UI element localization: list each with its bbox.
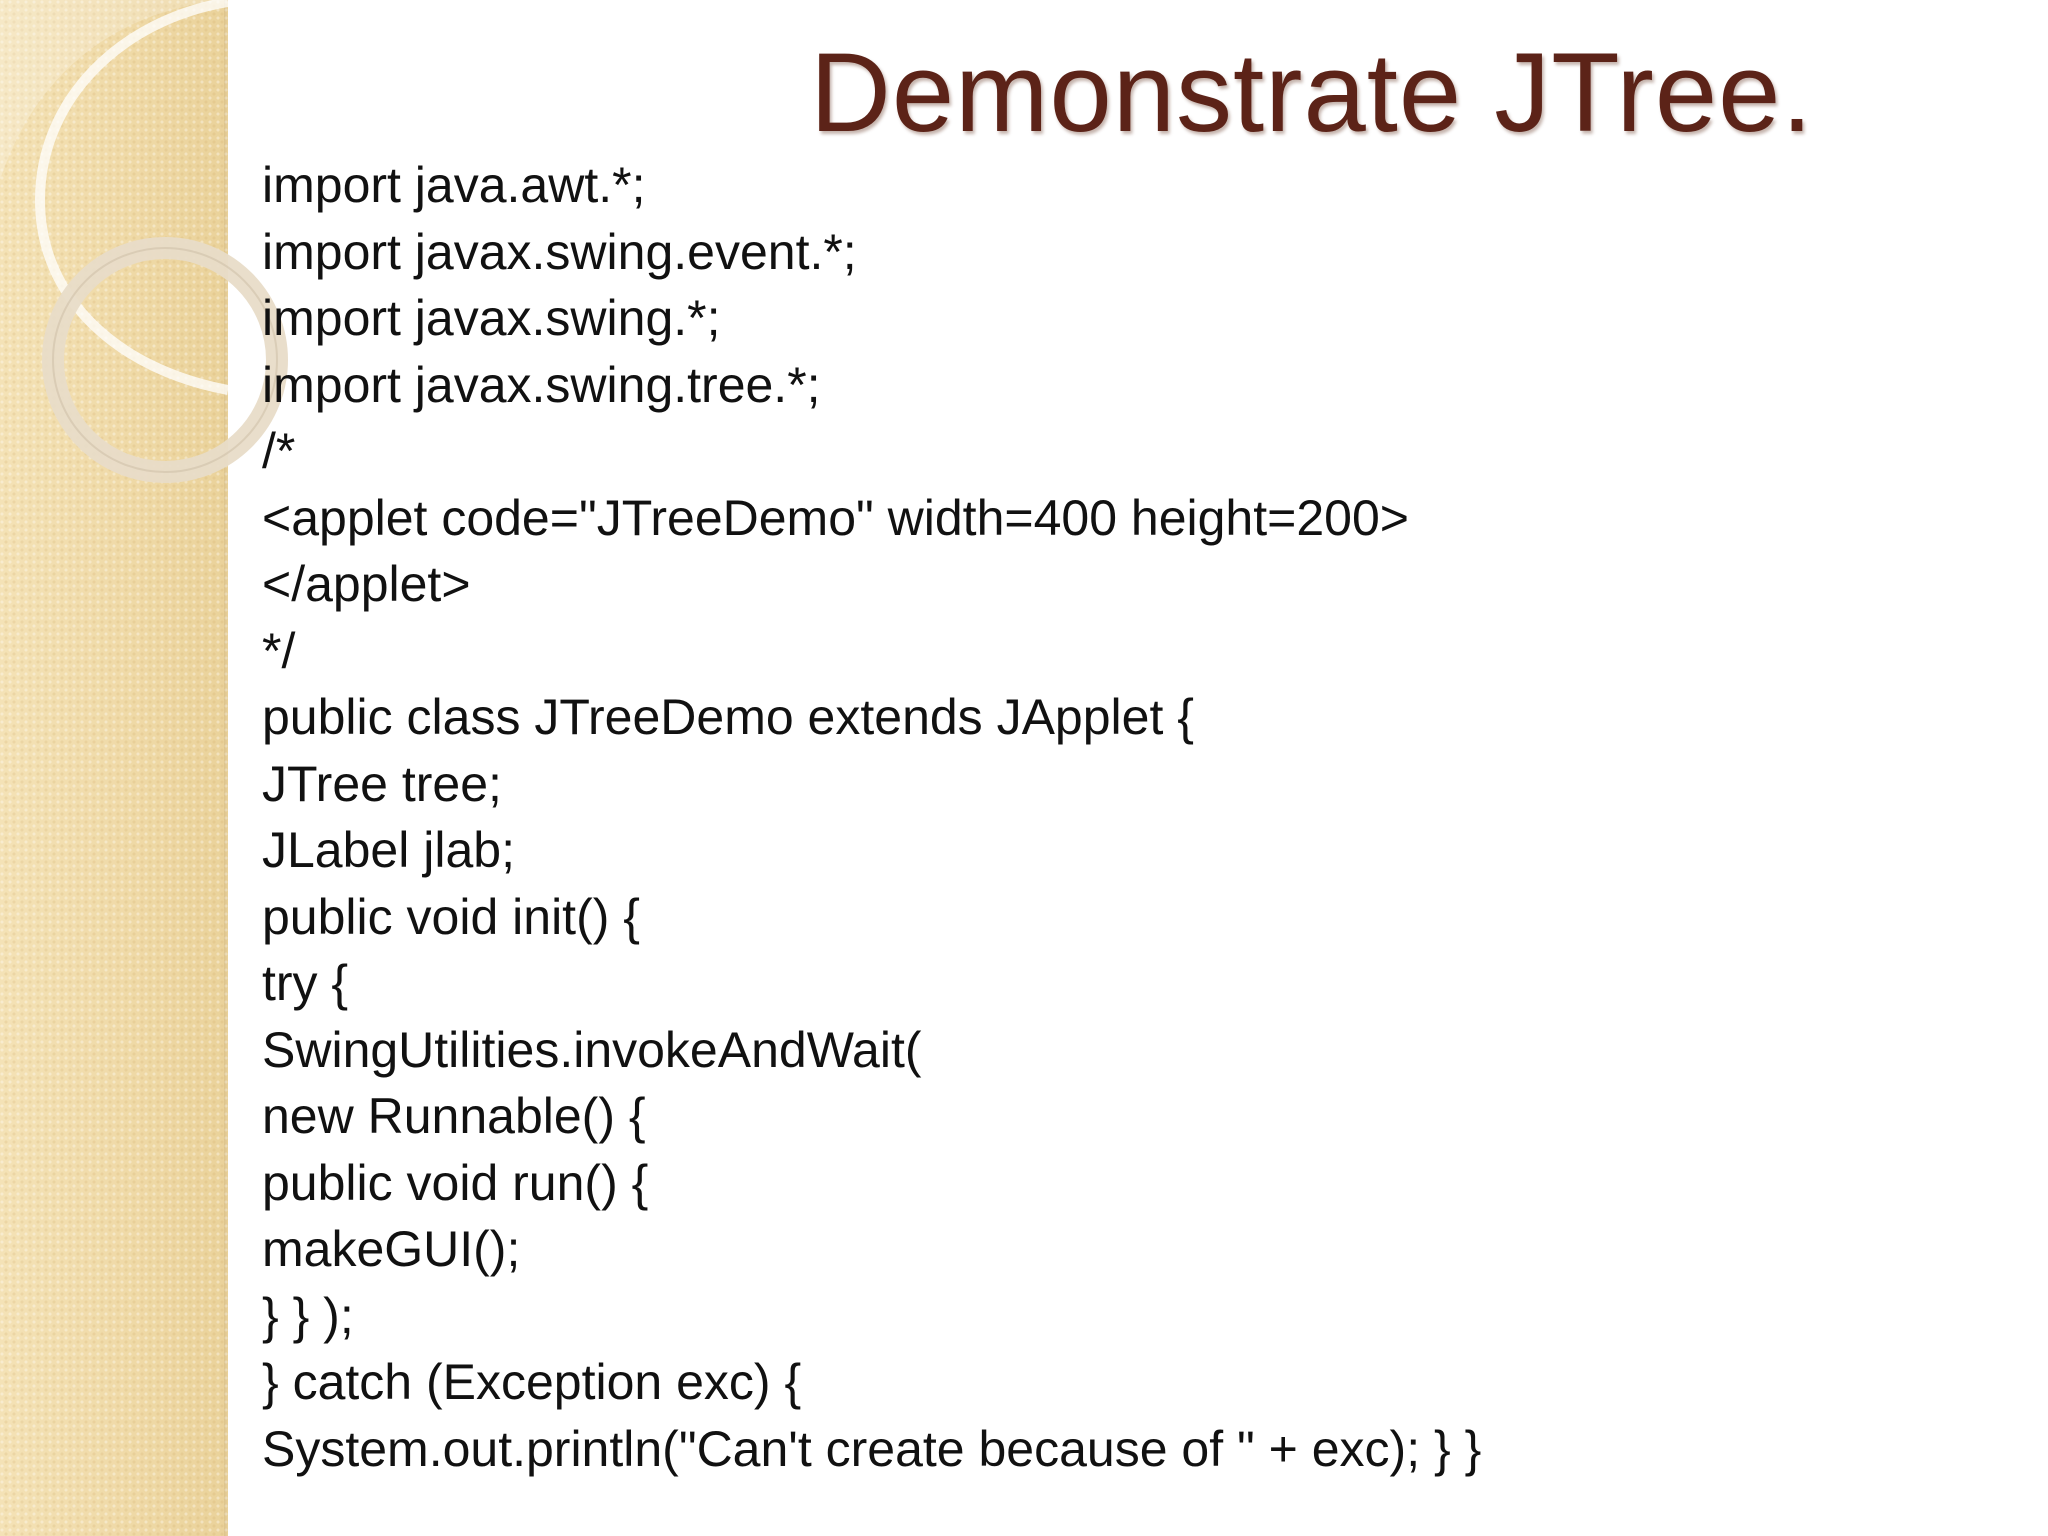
code-line: <applet code="JTreeDemo" width=400 heigh…: [262, 489, 1409, 546]
code-line: System.out.println("Can't create because…: [262, 1420, 1482, 1477]
code-line: new Runnable() {: [262, 1088, 646, 1144]
code-line: import javax.swing.tree.*;: [262, 356, 821, 413]
slide: Demonstrate JTree. import java.awt.*; im…: [0, 0, 2048, 1536]
code-listing: import java.awt.*; import javax.swing.ev…: [262, 152, 1481, 1482]
code-line: public void init() {: [262, 888, 640, 945]
code-line: import javax.swing.event.*;: [262, 223, 857, 280]
code-line: </applet>: [262, 556, 471, 612]
code-line: JTree tree;: [262, 755, 502, 812]
code-line: try {: [262, 955, 349, 1011]
code-line: } catch (Exception exc) {: [262, 1354, 802, 1410]
code-line: SwingUtilities.invokeAndWait(: [262, 1021, 922, 1078]
decorative-swirl-graphic: [0, 0, 288, 483]
code-line: public void run() {: [262, 1154, 649, 1211]
code-line: public class JTreeDemo extends JApplet {: [262, 689, 1194, 745]
code-line: JLabel jlab;: [262, 822, 515, 878]
code-line: makeGUI();: [262, 1221, 521, 1277]
code-line: /*: [262, 423, 296, 479]
code-line: } } );: [262, 1287, 354, 1344]
code-line: import javax.swing.*;: [262, 290, 721, 346]
slide-title: Demonstrate JTree.: [810, 30, 1814, 155]
code-line: */: [262, 622, 296, 679]
code-line: import java.awt.*;: [262, 157, 646, 213]
